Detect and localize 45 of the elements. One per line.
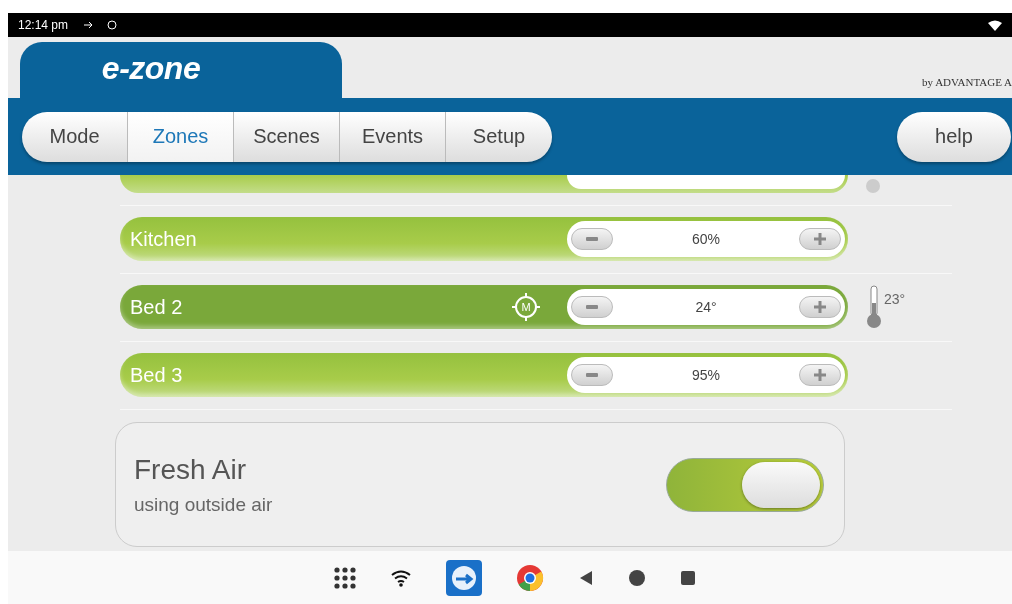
zone-row[interactable]: Kitchen 60%: [120, 217, 848, 261]
wifi-icon: [988, 19, 1002, 31]
help-button[interactable]: help: [897, 111, 1011, 162]
apps-grid-icon[interactable]: [334, 566, 356, 589]
remote-app-icon[interactable]: [446, 559, 482, 596]
plus-icon: [814, 301, 826, 313]
plus-icon: [814, 233, 826, 245]
plus-icon: [814, 369, 826, 381]
card-subtitle: using outside air: [134, 493, 273, 516]
zone-value: 95%: [692, 367, 720, 383]
thermometer-icon: [866, 285, 882, 329]
plus-button[interactable]: [799, 228, 841, 250]
nav-tab[interactable]: Events: [340, 111, 446, 162]
room-temperature: 23°: [884, 291, 906, 307]
minus-icon: [586, 373, 598, 377]
status-icons: [84, 20, 119, 30]
card-title: Fresh Air: [134, 453, 248, 486]
back-icon[interactable]: [578, 569, 594, 586]
minus-button[interactable]: [571, 296, 613, 318]
zone-row[interactable]: Bed 3 95%: [120, 353, 848, 397]
minus-icon: [586, 237, 598, 241]
toggle-switch[interactable]: [666, 457, 824, 512]
plus-button[interactable]: [799, 364, 841, 386]
clock-time: 12:14 pm: [18, 18, 69, 32]
nav-tab[interactable]: Setup: [446, 111, 552, 162]
plus-button[interactable]: [799, 296, 841, 318]
logo: e-zone: [101, 50, 201, 88]
zone-row[interactable]: Bed 2 M 24°: [120, 285, 848, 329]
zone-row[interactable]: [120, 175, 848, 193]
zone-value: 60%: [692, 231, 720, 247]
nav-tab[interactable]: Scenes: [234, 111, 340, 162]
zone-value: 24°: [695, 299, 717, 315]
recents-icon[interactable]: [680, 569, 696, 586]
home-icon[interactable]: [628, 568, 646, 587]
minus-button[interactable]: [571, 364, 613, 386]
nav-tab[interactable]: Zones: [128, 111, 234, 162]
minus-button[interactable]: [571, 228, 613, 250]
zone-name: Kitchen: [130, 227, 198, 251]
brand-text: by ADVANTAGE A: [922, 76, 1012, 88]
zone-name: Bed 3: [130, 363, 184, 387]
sensor-dot: [866, 179, 880, 193]
minus-icon: [586, 305, 598, 309]
browser-icon[interactable]: [516, 563, 544, 592]
wifi-icon[interactable]: [390, 568, 412, 587]
zone-name: Bed 2: [130, 295, 184, 319]
